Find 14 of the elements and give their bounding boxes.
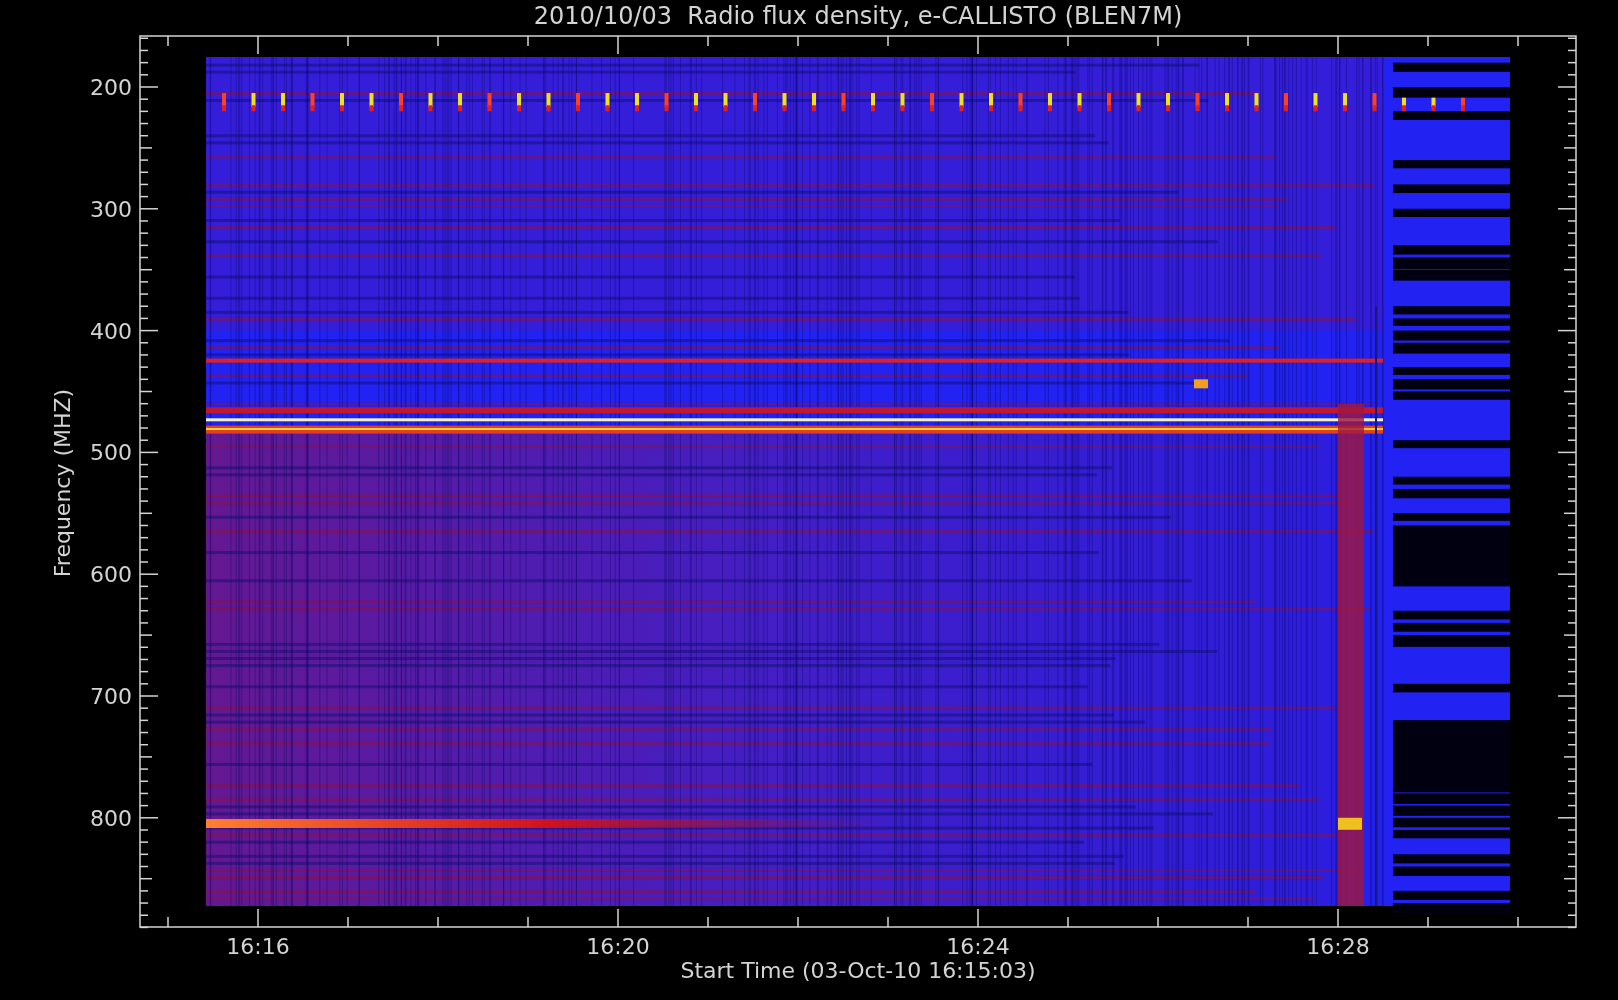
- y-tick-label: 600: [90, 562, 132, 588]
- y-tick-label: 700: [90, 684, 132, 709]
- chart-title: 2010/10/03 Radio flux density, e-CALLISTO (BLEN7M): [533, 2, 1183, 30]
- x-axis-title: Start Time (03-Oct-10 16:15:03): [680, 958, 1036, 983]
- x-tick-label: 16:20: [586, 934, 650, 959]
- y-tick-label: 200: [90, 75, 132, 100]
- x-tick-label: 16:24: [946, 934, 1010, 959]
- y-tick-label: 500: [90, 440, 132, 466]
- y-tick-label: 300: [90, 196, 132, 222]
- y-axis-title: Frequency (MHZ): [50, 388, 75, 578]
- y-tick-label: 800: [90, 805, 132, 831]
- y-tick-label: 400: [90, 318, 132, 344]
- x-tick-label: 16:16: [226, 934, 290, 959]
- x-tick-label: 16:28: [1306, 934, 1370, 959]
